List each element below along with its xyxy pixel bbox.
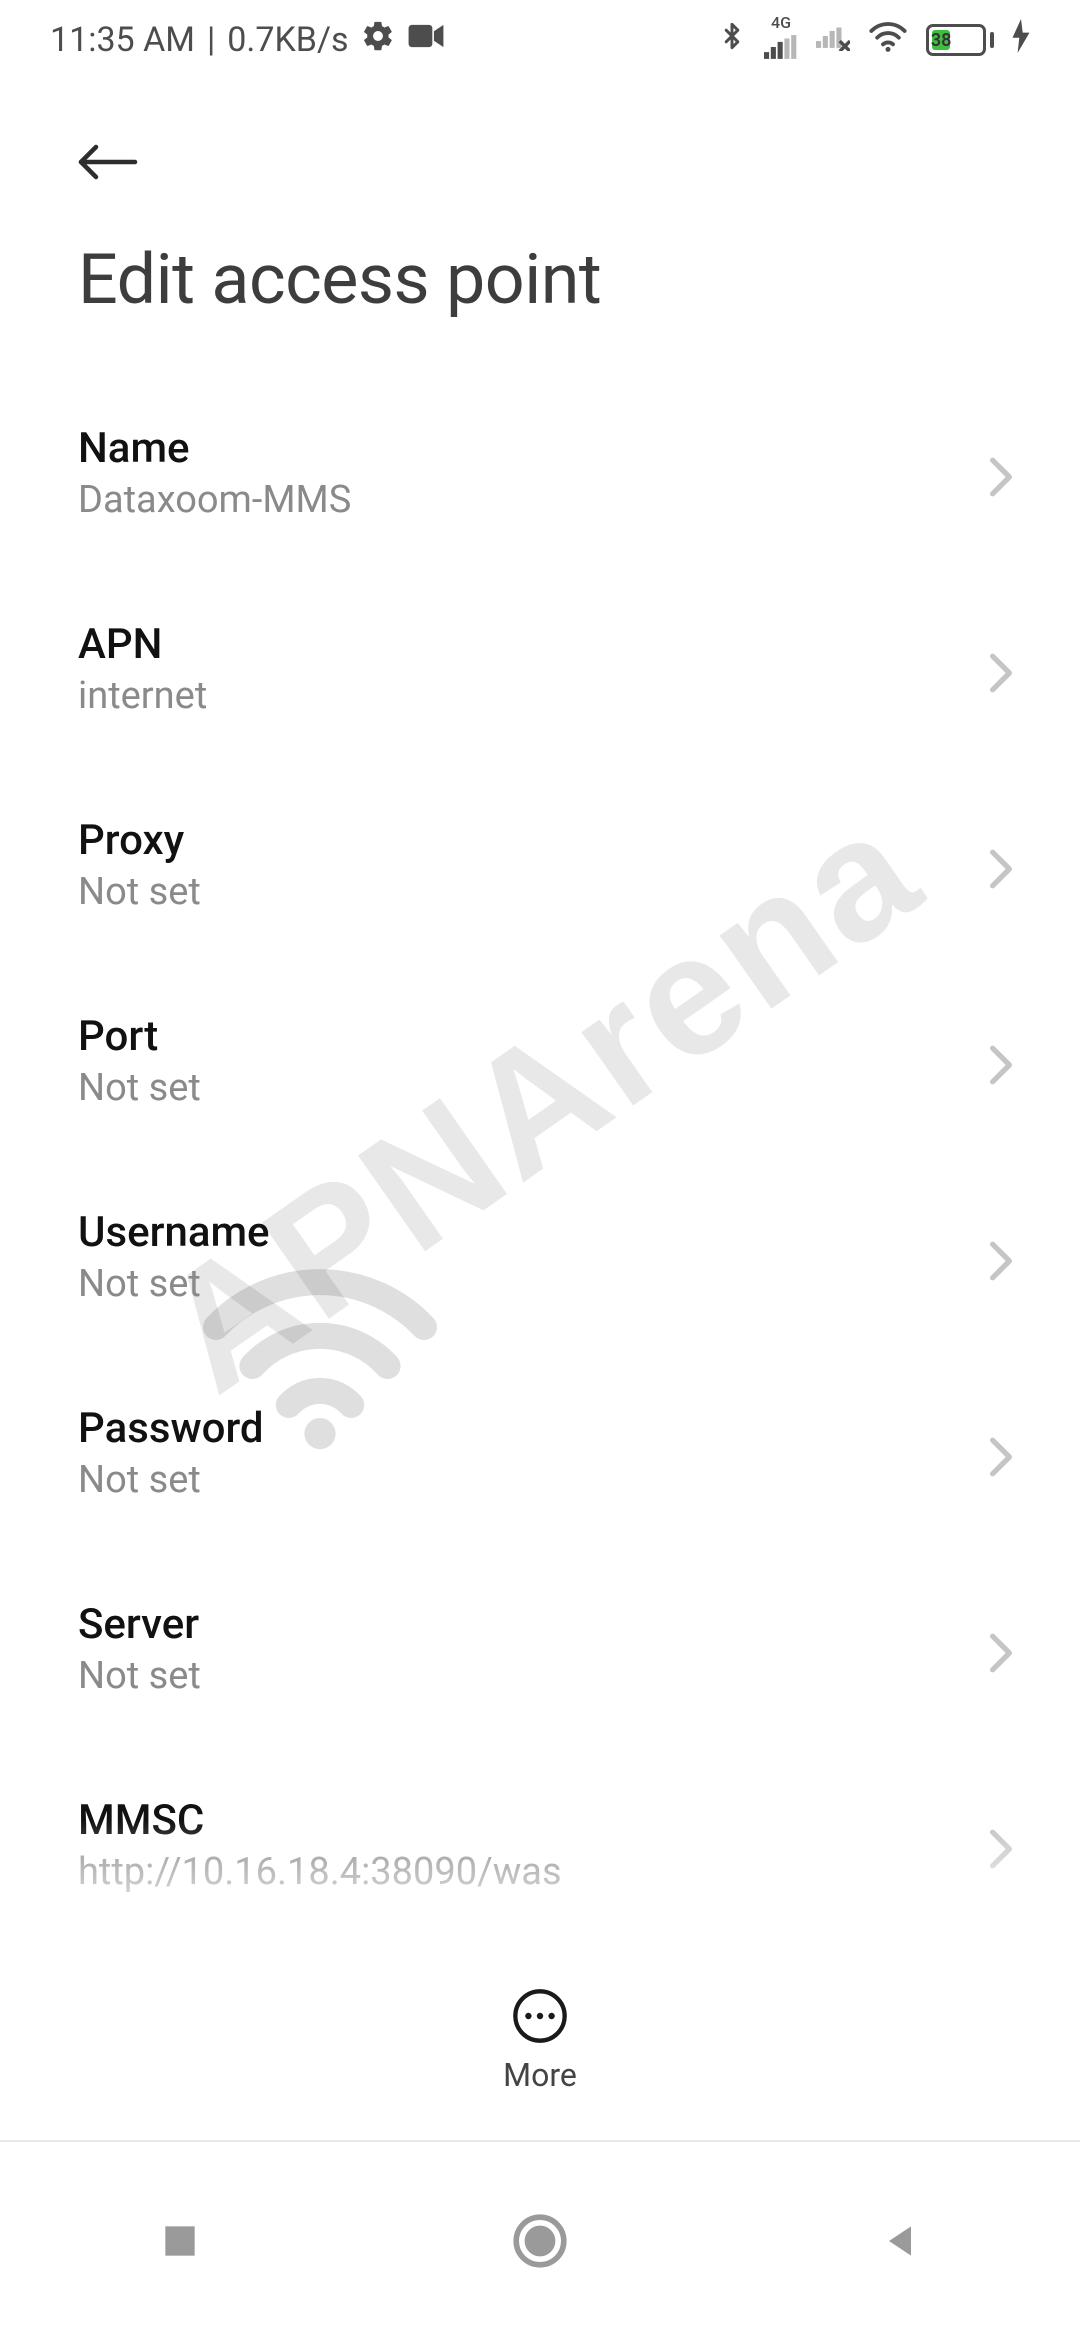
status-time: 11:35 AM [50,20,195,60]
setting-value: Not set [78,872,954,914]
system-nav-bar [0,2140,1080,2340]
setting-label: MMSC [78,1798,954,1844]
nav-recents-button[interactable] [144,2205,216,2277]
status-bar: 11:35 AM | 0.7KB/s 4G 38 [0,0,1080,80]
setting-label: Proxy [78,818,954,864]
gear-icon [361,19,395,62]
chevron-right-icon [988,456,1014,502]
chevron-right-icon [988,1240,1014,1286]
setting-value: http://10.16.18.4:38090/was [78,1852,954,1894]
chevron-right-icon [988,652,1014,698]
setting-username[interactable]: Username Not set [78,1165,1014,1361]
nav-home-button[interactable] [504,2205,576,2277]
setting-port[interactable]: Port Not set [78,969,1014,1165]
battery-indicator: 38 [926,24,994,56]
setting-label: Name [78,426,954,472]
setting-label: APN [78,622,954,668]
chevron-right-icon [988,1436,1014,1482]
chevron-right-icon [988,1828,1014,1874]
setting-password[interactable]: Password Not set [78,1361,1014,1557]
charging-icon [1012,19,1030,62]
status-right: 4G 38 [718,15,1030,65]
wifi-icon [868,19,908,62]
camera-icon [407,20,445,60]
status-sep: | [207,20,215,60]
status-net-speed: 0.7KB/s [227,20,348,60]
setting-label: Server [78,1602,954,1648]
bottom-toolbar: More [0,1940,1080,2140]
setting-mmsc[interactable]: MMSC http://10.16.18.4:38090/was [78,1753,1014,1949]
setting-label: Password [78,1406,954,1452]
bluetooth-icon [718,16,746,65]
more-label: More [503,2056,577,2094]
setting-value: Not set [78,1460,954,1502]
chevron-right-icon [988,1632,1014,1678]
setting-proxy[interactable]: Proxy Not set [78,773,1014,969]
setting-value: Not set [78,1656,954,1698]
setting-label: Username [78,1210,954,1256]
signal-sim2-icon [816,20,850,60]
chevron-right-icon [988,1044,1014,1090]
network-type: 4G [771,15,791,31]
apn-settings-list: Name Dataxoom-MMS APN internet Proxy Not… [78,381,1014,2145]
setting-value: Dataxoom-MMS [78,480,954,522]
setting-value: Not set [78,1264,954,1306]
setting-value: Not set [78,1068,954,1110]
setting-value: internet [78,676,954,718]
status-left: 11:35 AM | 0.7KB/s [50,19,445,62]
setting-apn[interactable]: APN internet [78,577,1014,773]
page-title: Edit access point [78,209,1014,381]
chevron-right-icon [988,848,1014,894]
more-button[interactable] [510,1986,570,2046]
signal-sim1-icon [764,31,798,65]
back-button[interactable] [78,138,138,186]
setting-server[interactable]: Server Not set [78,1557,1014,1753]
nav-back-button[interactable] [864,2205,936,2277]
setting-name[interactable]: Name Dataxoom-MMS [78,381,1014,577]
setting-label: Port [78,1014,954,1060]
battery-percent: 38 [932,30,950,50]
